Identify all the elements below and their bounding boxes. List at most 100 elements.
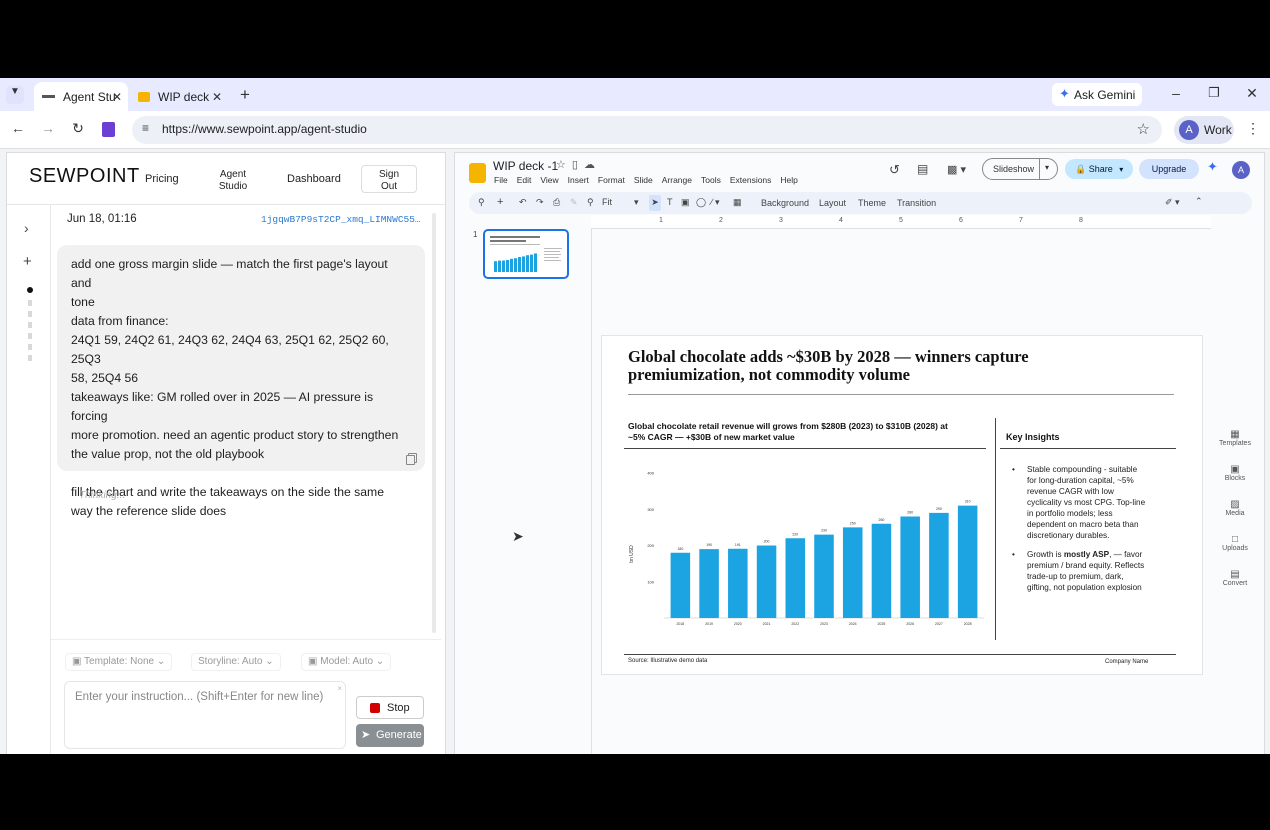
slide-canvas[interactable]: Global chocolate adds ~$30B by 2028 — wi… — [601, 335, 1203, 675]
nav-dashboard[interactable]: Dashboard — [287, 173, 341, 185]
text-box-icon[interactable]: T — [667, 197, 673, 207]
sign-out-button[interactable]: Sign Out — [361, 165, 417, 193]
share-button[interactable]: 🔒 Share ▾ — [1065, 159, 1133, 179]
model-select[interactable]: ▣ Model: Auto ⌄ — [301, 653, 392, 671]
url-field[interactable]: ≡ https://www.sewpoint.app/agent-studio … — [132, 116, 1162, 144]
chart-title-rule — [624, 448, 986, 449]
extension-icon[interactable] — [102, 122, 115, 137]
close-icon[interactable]: ✕ — [112, 90, 122, 104]
background-button[interactable]: Background — [761, 198, 809, 208]
share-dropdown-icon[interactable]: ▾ — [1119, 165, 1123, 174]
redo-icon[interactable]: ↷ — [536, 197, 544, 208]
site-info-icon[interactable]: ≡ — [142, 121, 149, 135]
reload-icon[interactable]: ↻ — [70, 120, 86, 137]
profile-button[interactable]: A Work — [1174, 116, 1234, 144]
gemini-icon[interactable]: ✦ — [1207, 159, 1218, 175]
print-icon[interactable]: ⎙ — [553, 197, 560, 208]
comment-add-icon[interactable]: ▦ — [733, 197, 742, 208]
instruction-input[interactable]: Enter your instruction... (Shift+Enter f… — [64, 681, 346, 749]
line-icon[interactable]: ∕ ▾ — [711, 197, 720, 208]
session-dot-active[interactable] — [27, 287, 33, 293]
insight-line: trade-up to premium, dark, — [1027, 572, 1124, 581]
generate-button[interactable]: ➤ Generate — [356, 724, 424, 747]
bookmark-star-icon[interactable]: ☆ — [1137, 120, 1150, 138]
new-tab-icon[interactable]: + — [236, 85, 254, 105]
star-icon[interactable]: ☆ — [556, 159, 572, 171]
search-menus-icon[interactable]: ⚲ — [478, 197, 485, 208]
menu-file[interactable]: File — [494, 175, 508, 185]
browser-menu-icon[interactable]: ⋮ — [1246, 120, 1260, 137]
slideshow-dropdown-icon[interactable]: ▾ — [1045, 163, 1049, 172]
ask-gemini-label: Ask Gemini — [1074, 88, 1136, 102]
menu-insert[interactable]: Insert — [568, 175, 589, 185]
pen-tool-icon[interactable]: ✐ ▾ — [1165, 197, 1180, 208]
storyline-label: Storyline: Auto — [198, 656, 263, 667]
stop-button[interactable]: Stop — [356, 696, 424, 719]
back-icon[interactable]: ← — [10, 120, 26, 136]
menu-view[interactable]: View — [540, 175, 558, 185]
slide-title-line2: premiumization, not commodity volume — [628, 365, 911, 384]
side-panel-uploads[interactable]: □ Uploads — [1217, 534, 1253, 552]
forward-icon[interactable]: → — [40, 120, 56, 136]
menu-tools[interactable]: Tools — [701, 175, 721, 185]
layout-button[interactable]: Layout — [819, 198, 846, 208]
restore-icon[interactable]: ❐ — [1206, 85, 1222, 101]
slide-thumbnail[interactable] — [483, 229, 569, 279]
ask-gemini-button[interactable]: ✦ Ask Gemini — [1052, 83, 1142, 106]
tab-wip-deck[interactable]: WIP deck ✕ — [130, 82, 228, 111]
shape-icon[interactable]: ◯ — [696, 197, 706, 208]
storyline-select[interactable]: Storyline: Auto ⌄ — [191, 653, 281, 671]
paint-format-icon[interactable]: ✎ — [570, 197, 578, 208]
insight-2-text: Growth is mostly ASP, — favor premium / … — [1027, 549, 1144, 593]
template-select[interactable]: ▣ Template: None ⌄ — [65, 653, 173, 671]
collapse-toolbar-icon[interactable]: ⌃ — [1195, 196, 1203, 207]
session-dots[interactable] — [28, 300, 32, 366]
nav-pricing[interactable]: Pricing — [145, 173, 179, 185]
select-tool-icon[interactable]: ➤ — [649, 195, 661, 211]
move-folder-icon[interactable]: ▯ — [572, 159, 584, 171]
zoom-select[interactable]: Fit ▾ — [602, 197, 639, 208]
y-axis-label: bn USD — [629, 545, 635, 563]
document-title[interactable]: WIP deck -1 — [493, 159, 558, 173]
close-window-icon[interactable]: ✕ — [1244, 85, 1260, 102]
account-avatar[interactable]: A — [1232, 161, 1250, 179]
meet-icon[interactable]: ▩ ▾ — [947, 163, 966, 176]
tab-agent-studio[interactable]: Agent Stu ✕ — [34, 82, 128, 111]
side-panel-blocks[interactable]: ▣ Blocks — [1217, 464, 1253, 482]
session-id-link[interactable]: 1jgqwB7P9sT2CP_xmq_LIMNWC55… — [261, 214, 426, 225]
scrollbar[interactable] — [432, 213, 436, 633]
side-panel-templates[interactable]: ▦ Templates — [1217, 429, 1253, 447]
menu-slide[interactable]: Slide — [634, 175, 653, 185]
templates-icon: ▦ — [1230, 429, 1240, 440]
copy-icon[interactable] — [406, 455, 415, 465]
transition-button[interactable]: Transition — [897, 198, 936, 208]
menu-format[interactable]: Format — [598, 175, 625, 185]
menu-edit[interactable]: Edit — [517, 175, 532, 185]
menu-arrange[interactable]: Arrange — [662, 175, 692, 185]
new-session-icon[interactable]: + — [23, 253, 32, 270]
menu-help[interactable]: Help — [780, 175, 797, 185]
side-panel-media[interactable]: ▨ Media — [1217, 499, 1253, 517]
thumbnail-bar — [518, 257, 521, 272]
minimize-icon[interactable]: – — [1168, 85, 1184, 101]
menu-extensions[interactable]: Extensions — [730, 175, 772, 185]
theme-button[interactable]: Theme — [858, 198, 886, 208]
expand-chevron-icon[interactable]: › — [24, 220, 29, 236]
nav-agent-studio[interactable]: Agent Studio — [212, 169, 254, 193]
side-panel-label: Convert — [1222, 580, 1248, 587]
image-icon[interactable]: ▣ — [681, 197, 690, 208]
slides-logo-icon[interactable] — [469, 163, 486, 183]
zoom-icon[interactable]: ⚲ — [587, 197, 594, 208]
close-icon[interactable]: ✕ — [212, 90, 222, 104]
slideshow-button[interactable]: Slideshow ▾ — [982, 158, 1058, 180]
comments-icon[interactable]: ▤ — [917, 162, 928, 176]
tab-search-icon[interactable]: ▼ — [6, 86, 24, 104]
bullet-icon: • — [1012, 465, 1015, 474]
upgrade-button[interactable]: Upgrade — [1139, 159, 1199, 179]
undo-icon[interactable]: ↶ — [519, 197, 527, 208]
history-icon[interactable]: ↺ — [889, 162, 900, 178]
clear-input-icon[interactable]: × — [337, 684, 342, 693]
new-slide-icon[interactable]: + — [497, 196, 503, 208]
side-panel-convert[interactable]: ▤ Convert — [1217, 569, 1253, 587]
x-tick-label: 2019 — [705, 622, 713, 626]
